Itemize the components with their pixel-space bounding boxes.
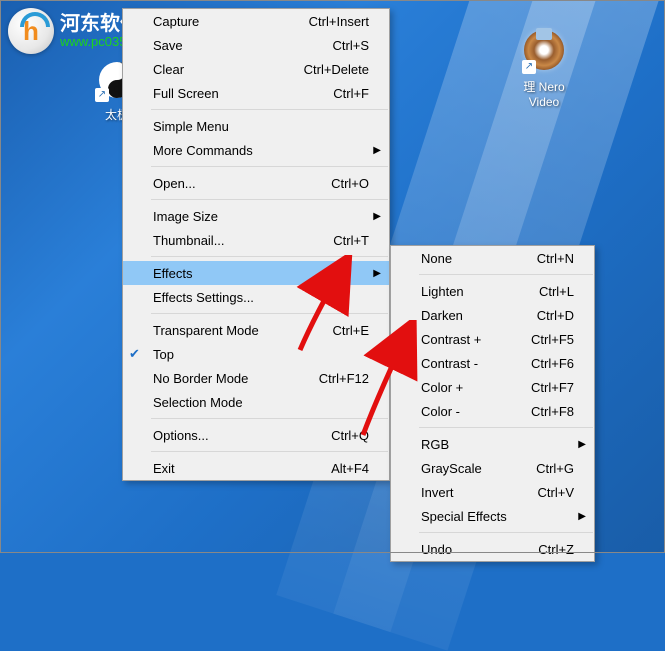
menu-separator [151, 418, 388, 419]
menu-item-no-border-mode[interactable]: No Border Mode Ctrl+F12 [123, 366, 389, 390]
context-menu-main: Capture Ctrl+Insert Save Ctrl+S Clear Ct… [122, 8, 390, 481]
menu-item-color-plus[interactable]: Color + Ctrl+F7 [391, 375, 594, 399]
menu-item-simple-menu[interactable]: Simple Menu [123, 114, 389, 138]
menu-item-invert[interactable]: Invert Ctrl+V [391, 480, 594, 504]
menu-separator [419, 532, 593, 533]
menu-item-undo[interactable]: Undo Ctrl+Z [391, 537, 594, 561]
menu-separator [151, 313, 388, 314]
submenu-arrow-icon: ▶ [373, 211, 381, 222]
menu-separator [151, 166, 388, 167]
menu-item-selection-mode[interactable]: Selection Mode [123, 390, 389, 414]
menu-item-color-minus[interactable]: Color - Ctrl+F8 [391, 399, 594, 423]
logo-icon: h [8, 8, 54, 54]
menu-item-image-size[interactable]: Image Size ▶ [123, 204, 389, 228]
submenu-arrow-icon: ▶ [578, 511, 586, 522]
menu-item-open[interactable]: Open... Ctrl+O [123, 171, 389, 195]
menu-item-rgb[interactable]: RGB ▶ [391, 432, 594, 456]
menu-item-contrast-plus[interactable]: Contrast + Ctrl+F5 [391, 327, 594, 351]
menu-item-effects[interactable]: Effects ▶ [123, 261, 389, 285]
checkmark-icon: ✔ [129, 346, 140, 362]
desktop-icon-label: 理 Nero Video [507, 78, 581, 109]
menu-item-transparent-mode[interactable]: Transparent Mode Ctrl+E [123, 318, 389, 342]
menu-item-special-effects[interactable]: Special Effects ▶ [391, 504, 594, 528]
menu-item-darken[interactable]: Darken Ctrl+D [391, 303, 594, 327]
menu-separator [419, 274, 593, 275]
shortcut-arrow-icon: ↗ [522, 60, 536, 74]
menu-item-capture[interactable]: Capture Ctrl+Insert [123, 9, 389, 33]
menu-separator [151, 256, 388, 257]
submenu-arrow-icon: ▶ [373, 145, 381, 156]
menu-item-clear[interactable]: Clear Ctrl+Delete [123, 57, 389, 81]
menu-item-more-commands[interactable]: More Commands ▶ [123, 138, 389, 162]
menu-item-save[interactable]: Save Ctrl+S [123, 33, 389, 57]
menu-separator [419, 427, 593, 428]
menu-item-effects-settings[interactable]: Effects Settings... [123, 285, 389, 309]
menu-item-contrast-minus[interactable]: Contrast - Ctrl+F6 [391, 351, 594, 375]
context-menu-effects: None Ctrl+N Lighten Ctrl+L Darken Ctrl+D… [390, 245, 595, 562]
menu-item-grayscale[interactable]: GrayScale Ctrl+G [391, 456, 594, 480]
menu-item-thumbnail[interactable]: Thumbnail... Ctrl+T [123, 228, 389, 252]
desktop-shortcut-nero[interactable]: ↗ 理 Nero Video [507, 30, 581, 109]
menu-separator [151, 109, 388, 110]
menu-item-top[interactable]: ✔ Top [123, 342, 389, 366]
menu-separator [151, 451, 388, 452]
menu-item-none[interactable]: None Ctrl+N [391, 246, 594, 270]
menu-item-options[interactable]: Options... Ctrl+Q [123, 423, 389, 447]
menu-separator [151, 199, 388, 200]
submenu-arrow-icon: ▶ [373, 268, 381, 279]
submenu-arrow-icon: ▶ [578, 439, 586, 450]
menu-item-exit[interactable]: Exit Alt+F4 [123, 456, 389, 480]
menu-item-fullscreen[interactable]: Full Screen Ctrl+F [123, 81, 389, 105]
menu-item-lighten[interactable]: Lighten Ctrl+L [391, 279, 594, 303]
shortcut-arrow-icon: ↗ [95, 88, 109, 102]
